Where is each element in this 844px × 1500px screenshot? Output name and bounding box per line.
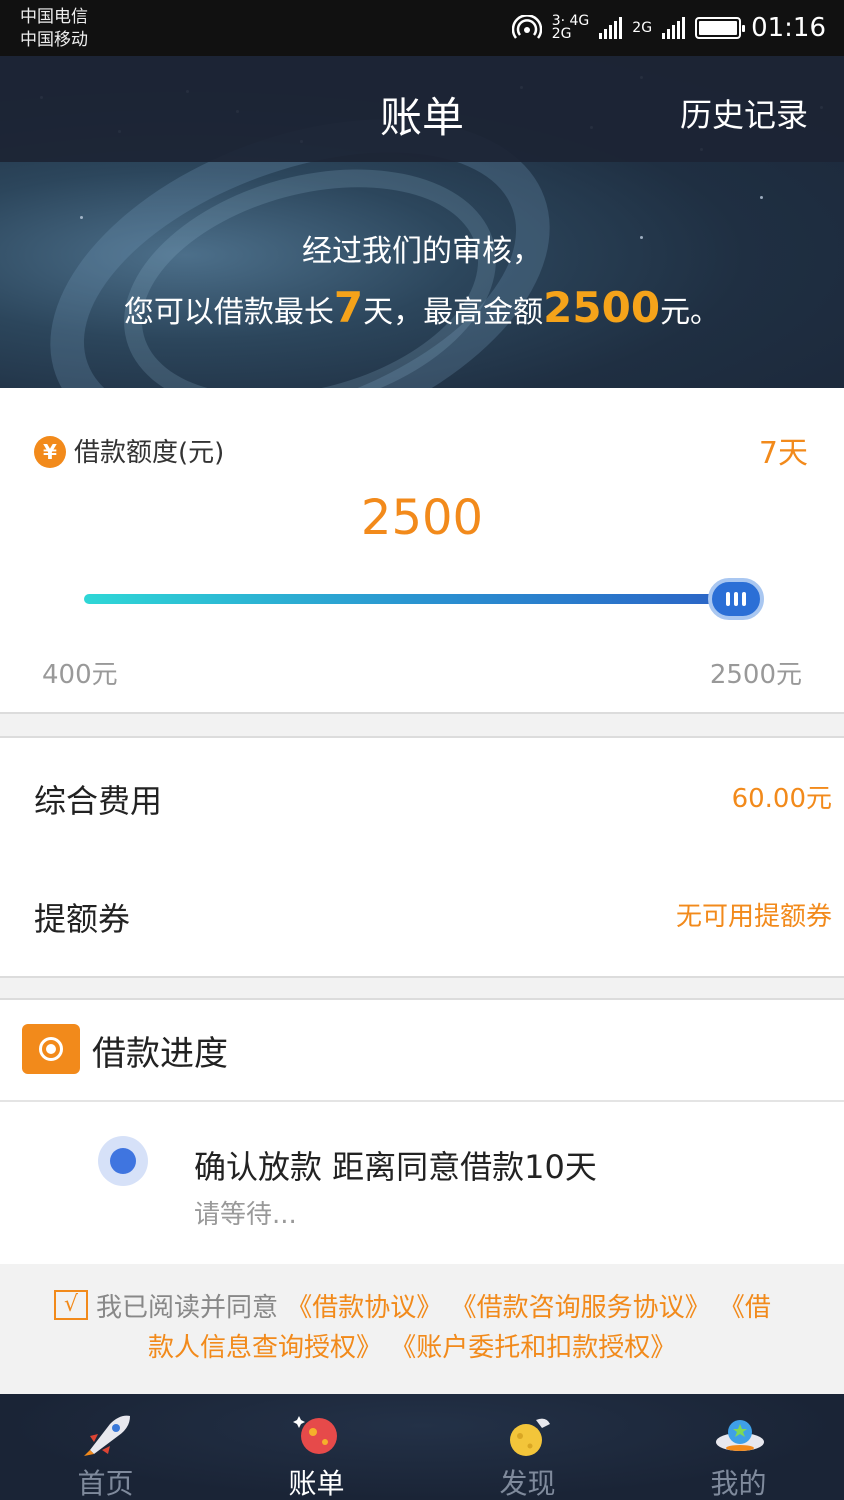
info-auth-link-end[interactable]: 款人信息查询授权》 <box>148 1333 382 1363</box>
status-icons: 3· 4G 2G 2G 01:16 <box>511 12 826 44</box>
signal-bars-2-icon <box>662 17 686 39</box>
loan-amount-value: 2500 <box>360 490 484 546</box>
rocket-icon <box>84 1415 130 1456</box>
agreement-checkbox[interactable]: √ <box>54 1290 88 1320</box>
yen-icon: ¥ <box>34 436 66 468</box>
network-type-2: 2G <box>632 19 653 36</box>
slider-max-label: 2500元 <box>709 660 802 690</box>
agreement-line-2: 款人信息查询授权》 《账户委托和扣款授权》 <box>148 1328 676 1368</box>
moon-icon <box>510 1418 550 1456</box>
clock: 01:16 <box>751 13 826 43</box>
signal-bars-1-icon <box>599 17 623 39</box>
hero-banner: 账单 历史记录 经过我们的审核， 您可以借款最长7天，最高金额2500元。 <box>0 56 844 388</box>
tab-mine-label: 我的 <box>710 1467 767 1500</box>
hotspot-icon <box>511 15 542 39</box>
carrier-names: 中国电信 中国移动 <box>20 6 88 52</box>
status-bar: 中国电信 中国移动 3· 4G 2G 2G 01:16 <box>0 0 844 56</box>
coupon-label: 提额券 <box>34 900 131 938</box>
tab-bill-label: 账单 <box>288 1467 345 1500</box>
tab-bill[interactable]: 账单 <box>211 1394 422 1500</box>
loan-days: 7天 <box>758 436 808 471</box>
tab-home-label: 首页 <box>77 1467 134 1500</box>
amount-slider-track[interactable] <box>84 594 734 604</box>
info-auth-link-start[interactable]: 《借 <box>719 1293 771 1323</box>
tab-mine[interactable]: 我的 <box>633 1394 844 1500</box>
tab-home[interactable]: 首页 <box>0 1394 211 1500</box>
step-status-dot-inner <box>110 1148 136 1174</box>
coupon-row[interactable]: 提额券 无可用提额券 <box>0 856 844 978</box>
max-amount: 2500 <box>543 283 661 332</box>
progress-icon <box>22 1024 80 1074</box>
approval-message: 经过我们的审核， 您可以借款最长7天，最高金额2500元。 <box>0 224 844 341</box>
fee-label: 综合费用 <box>34 782 163 820</box>
consulting-agreement-link[interactable]: 《借款咨询服务协议》 <box>451 1293 711 1323</box>
step-title: 确认放款 距离同意借款10天 <box>194 1148 597 1186</box>
debit-auth-link[interactable]: 《账户委托和扣款授权》 <box>390 1333 676 1363</box>
agreement-line-1: 我已阅读并同意 《借款协议》 《借款咨询服务协议》 《借 <box>96 1288 816 1328</box>
carrier-1: 中国电信 <box>20 7 88 27</box>
planet-icon <box>293 1416 337 1454</box>
ufo-icon <box>716 1420 764 1451</box>
loan-agreement-link[interactable]: 《借款协议》 <box>286 1293 442 1323</box>
loan-amount-label: 借款额度(元) <box>74 438 225 468</box>
approval-line-1: 经过我们的审核， <box>302 234 542 269</box>
step-subtitle: 请等待... <box>194 1200 297 1230</box>
tab-discover[interactable]: 发现 <box>422 1394 633 1500</box>
progress-title: 借款进度 <box>92 1034 228 1074</box>
carrier-2: 中国移动 <box>20 30 88 50</box>
slider-min-label: 400元 <box>42 660 118 690</box>
fee-row: 综合费用 60.00元 <box>0 736 844 858</box>
max-days: 7 <box>333 283 364 332</box>
approval-line-2: 您可以借款最长7天，最高金额2500元。 <box>123 283 721 332</box>
agreement-prefix: 我已阅读并同意 <box>96 1293 279 1323</box>
tab-discover-label: 发现 <box>499 1467 556 1500</box>
history-button[interactable]: 历史记录 <box>680 90 808 136</box>
network-type-1: 3· 4G 2G <box>551 13 590 42</box>
fee-value: 60.00元 <box>731 784 832 814</box>
battery-icon <box>695 17 746 39</box>
coupon-value[interactable]: 无可用提额券 <box>676 896 832 933</box>
amount-slider-handle[interactable] <box>708 578 764 620</box>
